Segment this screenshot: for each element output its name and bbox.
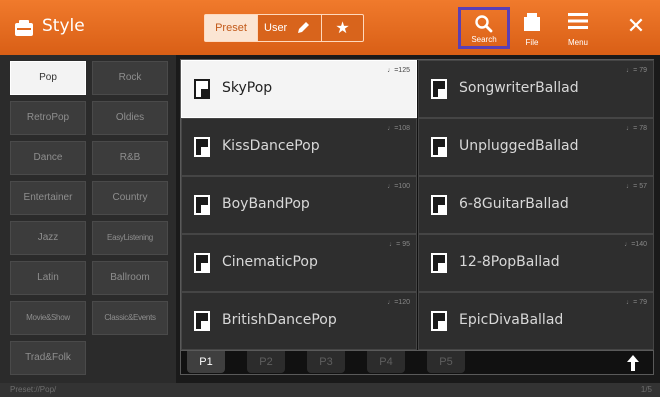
style-item-unpluggedballad[interactable]: UnpluggedBallad ♩= 78 <box>418 118 654 176</box>
style-tempo: ♩= 95 <box>389 241 410 248</box>
style-list: SkyPop ♩=125 SongwriterBallad ♩= 79 Kiss… <box>180 59 654 351</box>
style-name: KissDancePop <box>222 138 320 154</box>
style-item-songwriterballad[interactable]: SongwriterBallad ♩= 79 <box>418 60 654 118</box>
category-rnb[interactable]: R&B <box>92 141 168 175</box>
style-tempo: ♩=108 <box>387 125 410 132</box>
style-file-icon <box>431 79 447 99</box>
file-label: File <box>525 38 539 47</box>
category-trad-folk[interactable]: Trad&Folk <box>10 341 86 375</box>
page-indicator: 1/5 <box>640 385 652 394</box>
category-movie-show[interactable]: Movie&Show <box>10 301 86 335</box>
style-item-12-8popballad[interactable]: 12-8PopBallad ♩=140 <box>418 234 654 292</box>
style-file-icon <box>431 137 447 157</box>
category-pop[interactable]: Pop <box>10 61 86 95</box>
style-tempo: ♩=125 <box>387 67 410 74</box>
category-classic-events[interactable]: Classic&Events <box>92 301 168 335</box>
style-item-britishdancepop[interactable]: BritishDancePop ♩=120 <box>181 292 417 350</box>
search-icon <box>475 15 493 33</box>
style-file-icon <box>194 311 210 331</box>
style-icon <box>15 20 33 36</box>
style-name: 12-8PopBallad <box>459 254 560 270</box>
style-file-icon <box>431 195 447 215</box>
category-entertainer[interactable]: Entertainer <box>10 181 86 215</box>
page-tabs: P1 P2 P3 P4 P5 <box>180 351 654 375</box>
style-item-skypop[interactable]: SkyPop ♩=125 <box>181 60 417 118</box>
style-name: EpicDivaBallad <box>459 312 564 328</box>
category-panel: Pop Rock RetroPop Oldies Dance R&B Enter… <box>0 55 176 383</box>
style-name: SongwriterBallad <box>459 80 579 96</box>
style-item-epicdivaballad[interactable]: EpicDivaBallad ♩= 79 <box>418 292 654 350</box>
category-oldies[interactable]: Oldies <box>92 101 168 135</box>
style-name: BritishDancePop <box>222 312 337 328</box>
style-source-tabs: Preset User ★ <box>204 14 364 42</box>
tab-page-5[interactable]: P5 <box>427 351 465 373</box>
style-tempo: ♩= 78 <box>626 125 647 132</box>
tab-favorite[interactable]: ★ <box>321 15 363 41</box>
style-name: UnpluggedBallad <box>459 138 579 154</box>
category-country[interactable]: Country <box>92 181 168 215</box>
style-file-icon <box>194 79 210 99</box>
tab-user-label: User <box>264 22 288 34</box>
style-file-icon <box>194 253 210 273</box>
tab-page-4[interactable]: P4 <box>367 351 405 373</box>
style-tempo: ♩=100 <box>387 183 410 190</box>
file-button[interactable]: File <box>512 7 552 49</box>
category-jazz[interactable]: Jazz <box>10 221 86 255</box>
style-tempo: ♩= 79 <box>626 299 647 306</box>
style-item-boybandpop[interactable]: BoyBandPop ♩=100 <box>181 176 417 234</box>
category-latin[interactable]: Latin <box>10 261 86 295</box>
title-bar: Style Preset User ★ Search File Menu ✕ <box>0 0 660 55</box>
style-file-icon <box>194 137 210 157</box>
current-path: Preset://Pop/ <box>10 385 57 394</box>
search-label: Search <box>471 35 497 44</box>
style-tempo: ♩= 57 <box>626 183 647 190</box>
tab-user[interactable]: User <box>257 15 321 41</box>
style-item-6-8guitarballad[interactable]: 6-8GuitarBallad ♩= 57 <box>418 176 654 234</box>
style-name: 6-8GuitarBallad <box>459 196 569 212</box>
style-tempo: ♩=140 <box>624 241 647 248</box>
file-icon <box>524 13 540 31</box>
style-tempo: ♩= 79 <box>626 67 647 74</box>
category-dance[interactable]: Dance <box>10 141 86 175</box>
style-file-icon <box>431 253 447 273</box>
style-name: CinematicPop <box>222 254 318 270</box>
menu-icon <box>568 13 588 29</box>
style-name: SkyPop <box>222 80 273 96</box>
menu-label: Menu <box>567 38 588 47</box>
pencil-icon <box>298 22 309 33</box>
status-bar: Preset://Pop/ 1/5 <box>0 383 660 397</box>
style-name: BoyBandPop <box>222 196 310 212</box>
tab-page-2[interactable]: P2 <box>247 351 285 373</box>
page-title: Style <box>42 16 85 36</box>
category-easylistening[interactable]: EasyListening <box>92 221 168 255</box>
tab-preset[interactable]: Preset <box>205 15 257 41</box>
category-ballroom[interactable]: Ballroom <box>92 261 168 295</box>
style-file-icon <box>194 195 210 215</box>
style-tempo: ♩=120 <box>387 299 410 306</box>
close-button[interactable]: ✕ <box>618 12 654 54</box>
style-file-icon <box>431 311 447 331</box>
tab-page-1[interactable]: P1 <box>187 351 225 373</box>
menu-button[interactable]: Menu <box>556 7 600 49</box>
style-item-cinematicpop[interactable]: CinematicPop ♩= 95 <box>181 234 417 292</box>
tab-page-3[interactable]: P3 <box>307 351 345 373</box>
up-folder-icon[interactable] <box>623 353 643 373</box>
search-button[interactable]: Search <box>458 7 510 49</box>
style-item-kissdancepop[interactable]: KissDancePop ♩=108 <box>181 118 417 176</box>
category-retropop[interactable]: RetroPop <box>10 101 86 135</box>
category-rock[interactable]: Rock <box>92 61 168 95</box>
